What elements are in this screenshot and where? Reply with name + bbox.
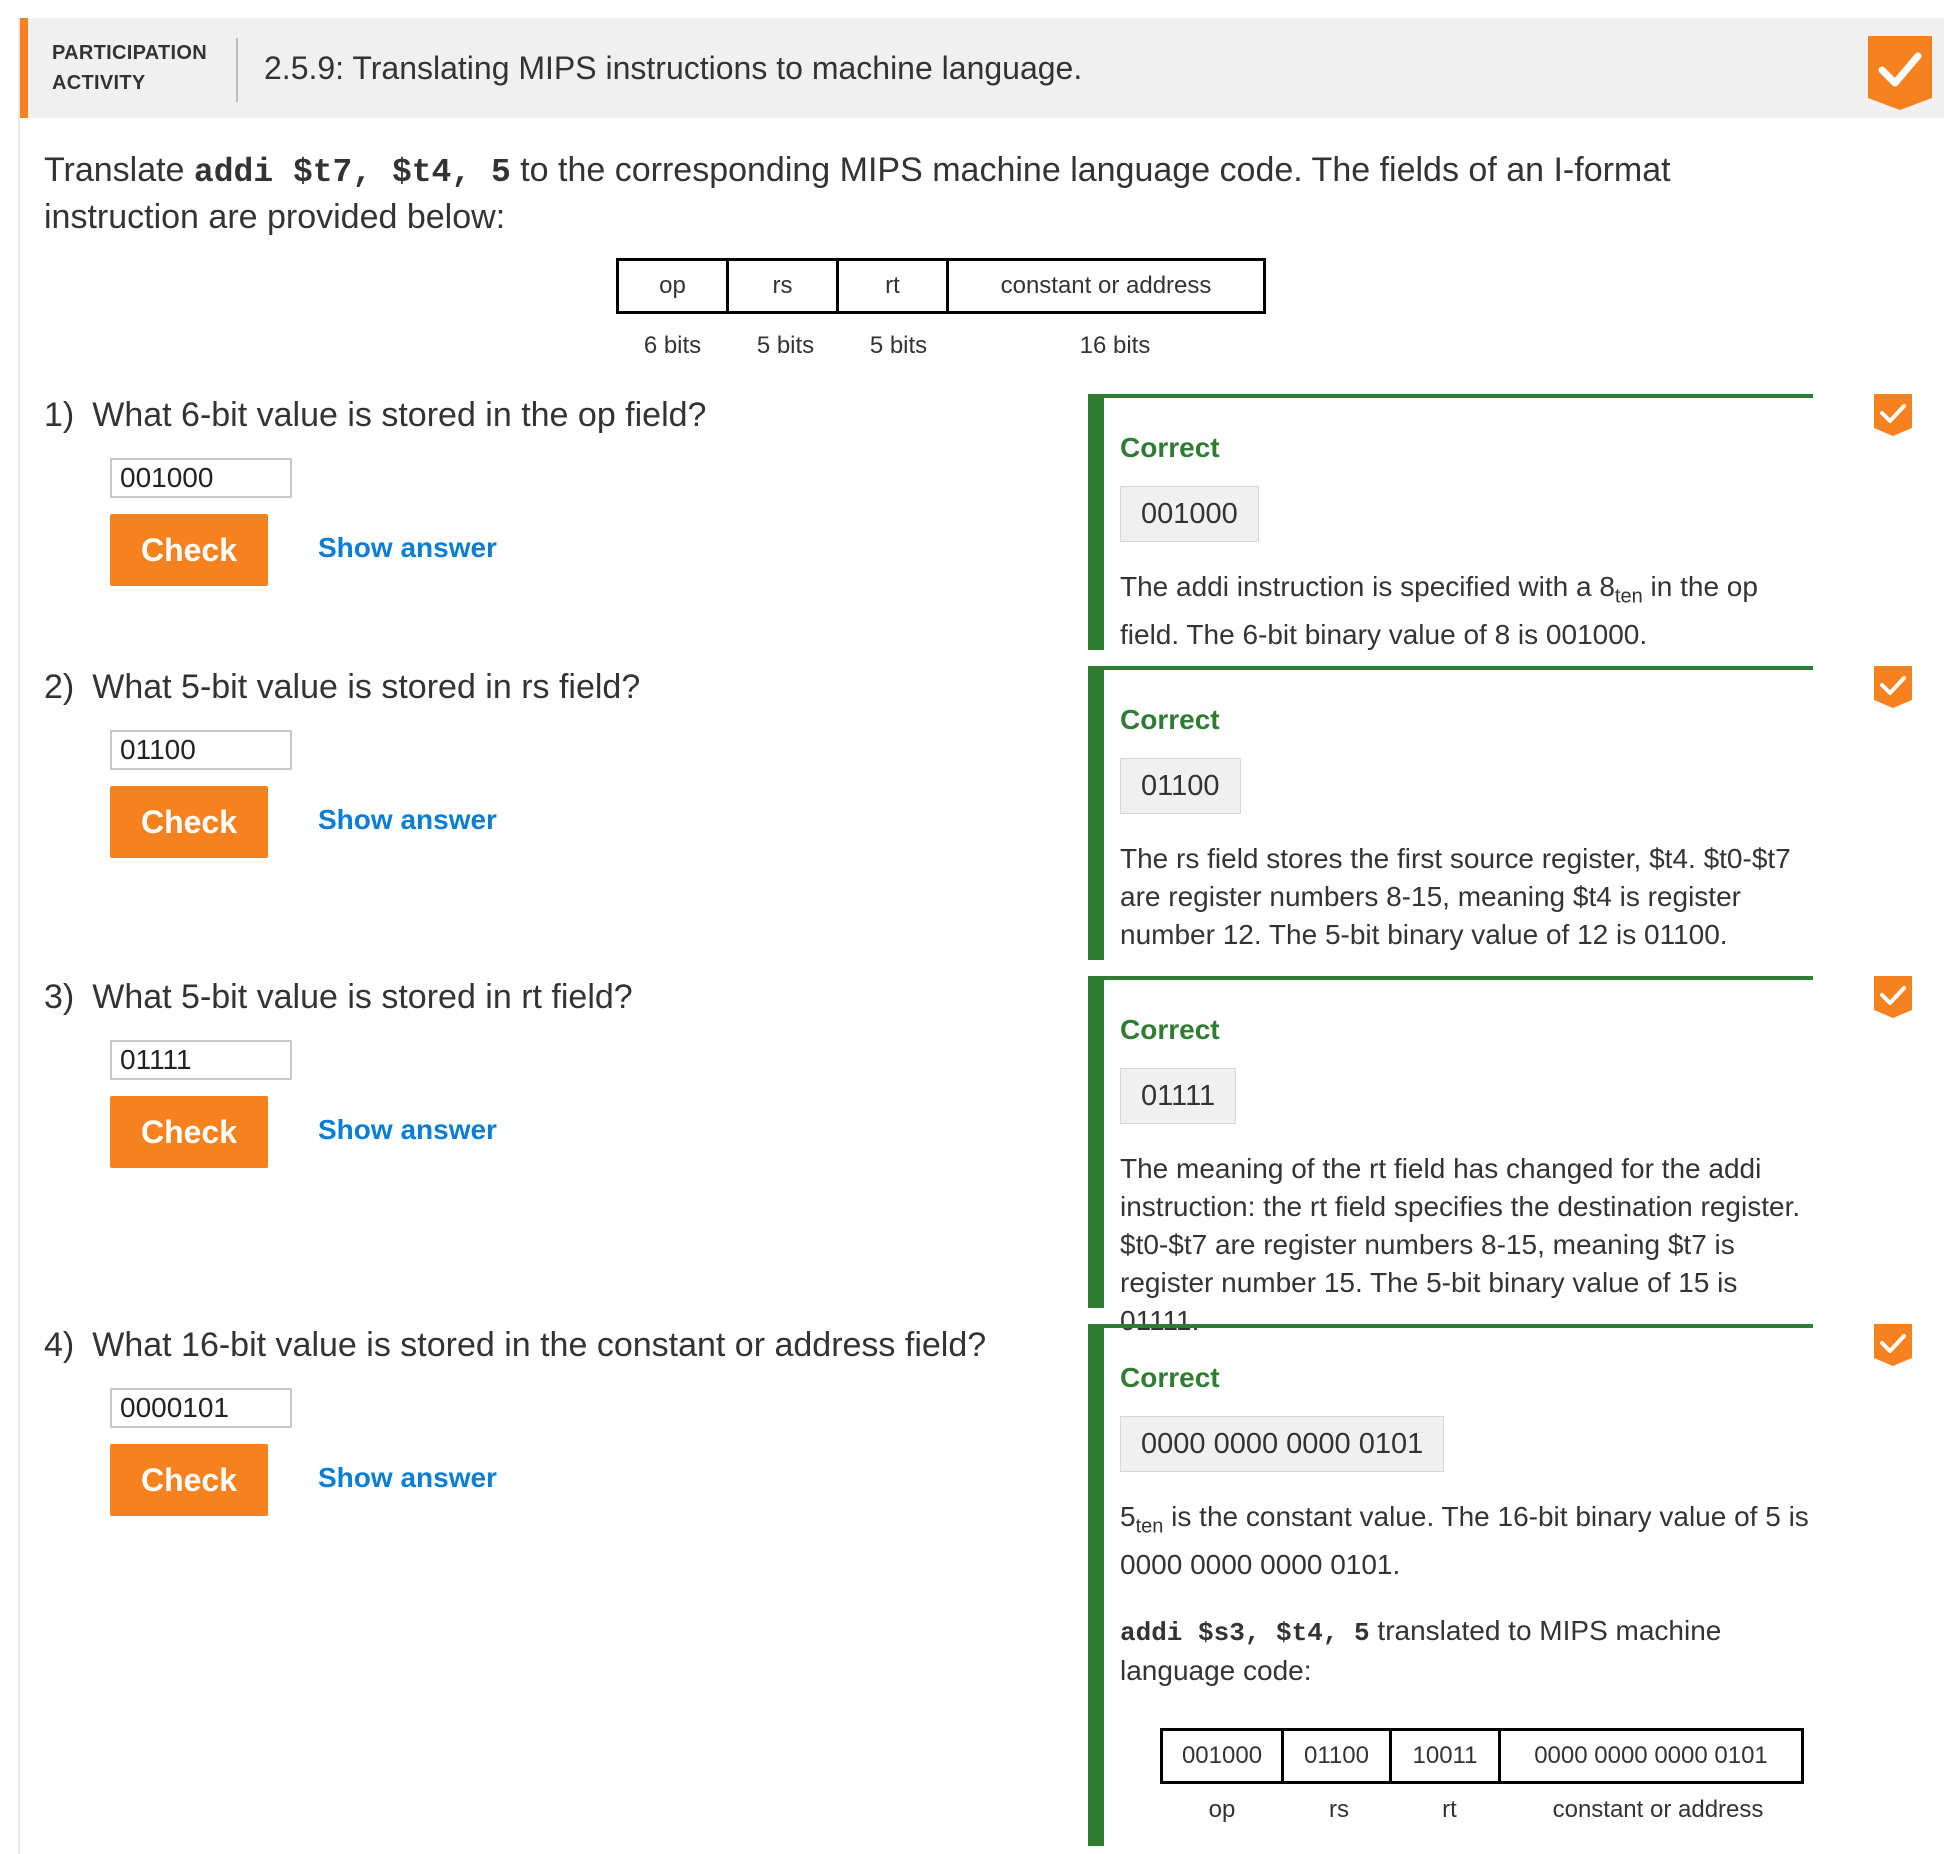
format-field-rs: rs xyxy=(726,258,839,314)
feedback-status: Correct xyxy=(1120,432,1220,463)
machine-value-rs: 01100 xyxy=(1281,1728,1392,1784)
question-complete-check-icon xyxy=(1874,976,1912,1018)
machine-label-constant: constant or address xyxy=(1552,1796,1764,1823)
completion-check-badge-icon xyxy=(1868,36,1932,110)
question-text: What 6-bit value is stored in the op fie… xyxy=(92,396,707,434)
participation-activity: PARTICIPATION ACTIVITY 2.5.9: Translatin… xyxy=(18,18,1944,1854)
format-field-op: op xyxy=(616,258,729,314)
show-answer-link[interactable]: Show answer xyxy=(318,1114,497,1146)
machine-label-rt: rt xyxy=(1442,1796,1457,1823)
feedback-panel-1: Correct 001000 The addi instruction is s… xyxy=(1088,394,1813,650)
header-divider xyxy=(236,38,238,102)
question-complete-check-icon xyxy=(1874,394,1912,436)
feedback-answer: 001000 xyxy=(1120,486,1259,542)
question-text: What 16-bit value is stored in the const… xyxy=(92,1326,987,1364)
feedback-panel-2: Correct 01100 The rs field stores the fi… xyxy=(1088,666,1813,960)
question-complete-check-icon xyxy=(1874,666,1912,708)
machine-value-constant: 0000 0000 0000 0101 xyxy=(1498,1728,1804,1784)
answer-input[interactable] xyxy=(110,730,292,770)
feedback-explanation: 5ten is the constant value. The 16-bit b… xyxy=(1120,1501,1809,1580)
check-button[interactable]: Check xyxy=(110,786,268,858)
format-field-rt: rt xyxy=(836,258,949,314)
format-bits-rs: 5 bits xyxy=(756,332,815,359)
intro-paragraph: Translate addi $t7, $t4, 5 to the corres… xyxy=(44,148,1824,239)
question-text: What 5-bit value is stored in rs field? xyxy=(92,668,641,706)
question-number: 4) xyxy=(44,1326,75,1364)
feedback-status: Correct xyxy=(1120,1014,1220,1045)
check-button[interactable]: Check xyxy=(110,1444,268,1516)
feedback-answer: 01111 xyxy=(1120,1068,1237,1124)
question-number: 3) xyxy=(44,978,75,1016)
feedback-explanation: The rs field stores the first source reg… xyxy=(1120,843,1791,950)
question-number: 1) xyxy=(44,396,75,434)
question-number: 2) xyxy=(44,668,75,706)
format-bits-op: 6 bits xyxy=(643,332,702,359)
feedback-explanation: The meaning of the rt field has changed … xyxy=(1120,1153,1801,1336)
machine-label-op: op xyxy=(1208,1796,1236,1823)
activity-kind-label: PARTICIPATION ACTIVITY xyxy=(52,42,208,94)
activity-title: 2.5.9: Translating MIPS instructions to … xyxy=(264,50,1083,86)
i-format-diagram: op rs rt constant or address xyxy=(616,258,1266,314)
show-answer-link[interactable]: Show answer xyxy=(318,1462,497,1494)
check-button[interactable]: Check xyxy=(110,1096,268,1168)
show-answer-link[interactable]: Show answer xyxy=(318,532,497,564)
show-answer-link[interactable]: Show answer xyxy=(318,804,497,836)
feedback-status: Correct xyxy=(1120,1362,1220,1393)
feedback-status: Correct xyxy=(1120,704,1220,735)
summary-instruction-code: addi $s3, $t4, 5 xyxy=(1120,1618,1370,1648)
intro-instruction-code: addi $t7, $t4, 5 xyxy=(193,154,511,191)
answer-input[interactable] xyxy=(110,1040,292,1080)
machine-value-op: 001000 xyxy=(1160,1728,1284,1784)
answer-input[interactable] xyxy=(110,1388,292,1428)
format-field-constant: constant or address xyxy=(946,258,1266,314)
machine-value-rt: 10011 xyxy=(1389,1728,1501,1784)
intro-prefix: Translate xyxy=(44,151,194,189)
format-bits-constant: 16 bits xyxy=(1079,332,1151,359)
feedback-summary: addi $s3, $t4, 5 translated to MIPS mach… xyxy=(1120,1612,1760,1690)
check-button[interactable]: Check xyxy=(110,514,268,586)
feedback-panel-3: Correct 01111 The meaning of the rt fiel… xyxy=(1088,976,1813,1336)
activity-header: PARTICIPATION ACTIVITY 2.5.9: Translatin… xyxy=(20,18,1944,118)
machine-label-rs: rs xyxy=(1329,1796,1349,1823)
answer-input[interactable] xyxy=(110,458,292,498)
question-complete-check-icon xyxy=(1874,1324,1912,1366)
feedback-explanation: The addi instruction is specified with a… xyxy=(1120,571,1758,650)
format-bits-rt: 5 bits xyxy=(869,332,928,359)
machine-code-diagram: 001000 01100 10011 0000 0000 0000 0101 xyxy=(1160,1728,1804,1784)
question-text: What 5-bit value is stored in rt field? xyxy=(92,978,633,1016)
feedback-answer: 0000 0000 0000 0101 xyxy=(1120,1416,1445,1472)
feedback-answer: 01100 xyxy=(1120,758,1241,814)
